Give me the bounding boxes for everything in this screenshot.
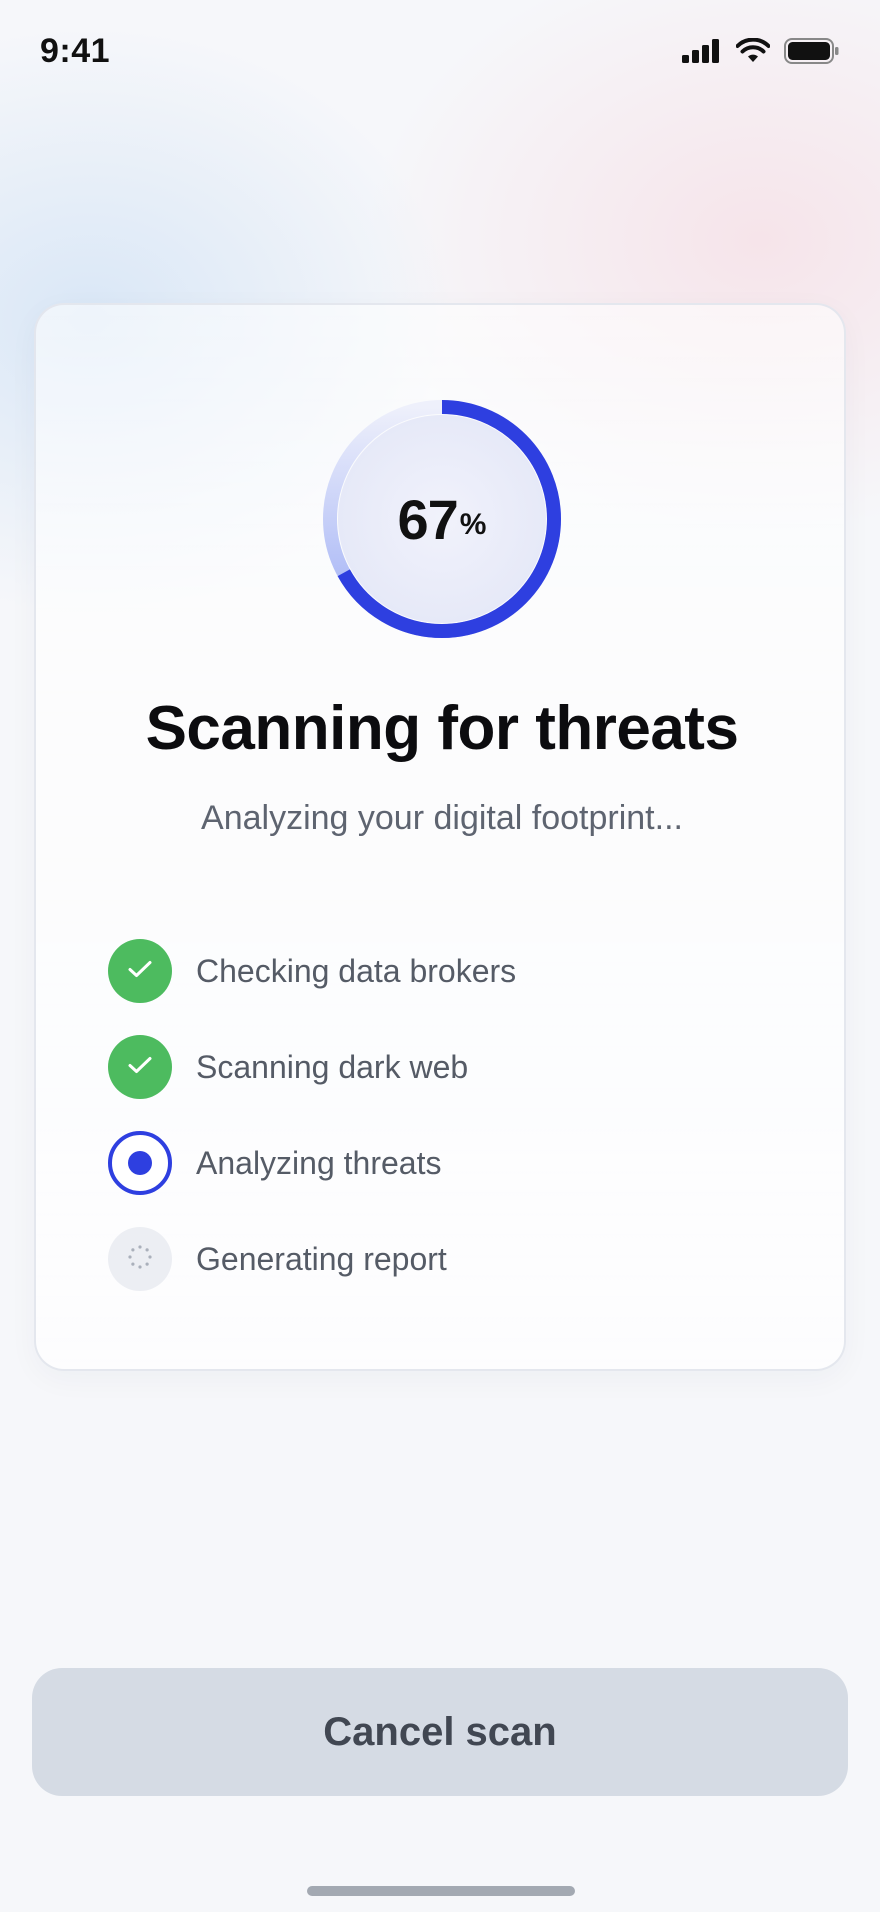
progress-readout: 67% [320,397,564,641]
step-label: Checking data brokers [196,952,517,989]
cellular-signal-icon [682,39,722,68]
status-bar: 9:41 [0,0,880,110]
check-icon [127,959,153,984]
step-checking-data-brokers: Checking data brokers [108,923,788,1019]
step-analyzing-threats: Analyzing threats [108,1115,788,1211]
step-complete-indicator [108,1035,172,1099]
battery-icon [784,38,840,69]
step-generating-report: Generating report [108,1211,788,1307]
progress-ring: 67% [320,397,564,641]
wifi-icon [735,37,771,69]
percent-sign: % [459,508,487,541]
scan-subtitle: Analyzing your digital footprint... [201,799,683,837]
step-label: Generating report [196,1240,447,1277]
status-time: 9:41 [40,32,111,70]
step-active-indicator [108,1131,172,1195]
scan-steps-list: Checking data brokers Scanning dark web … [108,923,788,1307]
scan-progress-card: 67% Scanning for threats Analyzing your … [34,303,846,1371]
scan-title: Scanning for threats [145,694,739,763]
step-complete-indicator [108,939,172,1003]
radio-dot-icon [128,1151,152,1175]
status-icons [682,37,840,69]
loading-spinner-icon [127,1244,153,1275]
step-label: Scanning dark web [196,1048,469,1085]
progress-percentage: 67 [397,487,459,551]
cancel-scan-button[interactable]: Cancel scan [32,1668,848,1796]
step-scanning-dark-web: Scanning dark web [108,1019,788,1115]
step-label: Analyzing threats [196,1144,442,1181]
check-icon [127,1055,153,1080]
home-indicator[interactable] [307,1886,575,1896]
step-pending-indicator [108,1227,172,1291]
